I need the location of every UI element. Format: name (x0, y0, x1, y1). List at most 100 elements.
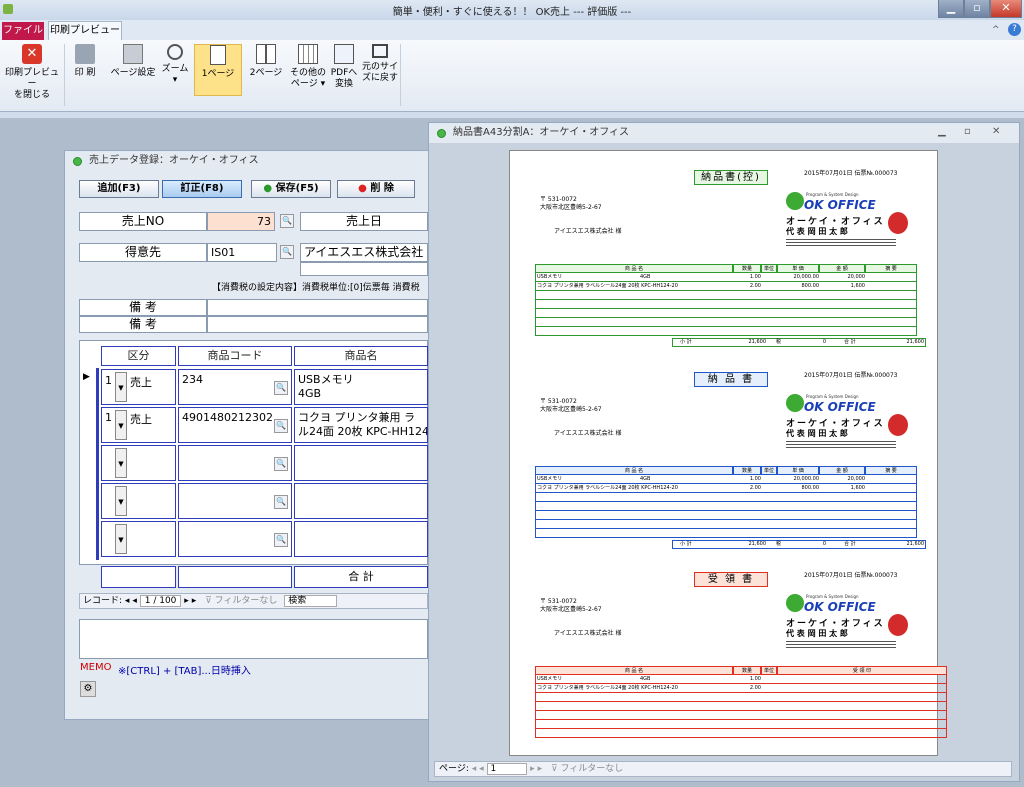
preview-table-header: 単 価 (777, 264, 819, 273)
table-row[interactable] (101, 521, 176, 557)
page-number-field[interactable]: 1 (486, 763, 528, 775)
pdf-export-button[interactable]: PDFへ 変換 (328, 44, 360, 96)
two-page-button[interactable]: 2ページ (246, 44, 286, 96)
record-position-field[interactable]: 1 / 100 (139, 595, 182, 607)
close-preview-button[interactable]: ✕ 印刷プレビュー を閉じる (2, 44, 62, 100)
last-page-button[interactable]: ▸ (538, 764, 543, 774)
company-tag: Program & System Design (806, 594, 859, 599)
prev-page-button[interactable]: ◂ (479, 764, 484, 774)
preview-table-row (535, 502, 917, 511)
ribbon-collapse-icon[interactable]: ^ (992, 25, 1000, 35)
name-cell[interactable] (294, 483, 428, 519)
company-seal-icon (888, 212, 908, 234)
company-seal-icon (888, 414, 908, 436)
restore-size-button[interactable]: 元のサイ ズに戻す (362, 44, 398, 96)
preview-table-header: 単 価 (777, 466, 819, 475)
preview-line-name: コクヨ プリンタ兼用 ラベルシール24面 20枚 KPC-HH124-20 (537, 485, 678, 491)
memo-field[interactable] (79, 619, 428, 659)
form-status-icon (73, 157, 82, 166)
grid-total-label: 合 計 (294, 566, 428, 588)
tab-print-preview[interactable]: 印刷プレビュー (48, 21, 122, 40)
preview-minimize-button[interactable]: ▁ (938, 126, 946, 137)
first-record-button[interactable]: ◂ (125, 596, 130, 606)
page-setup-icon (123, 44, 143, 64)
delete-button[interactable]: ● 削 除 (337, 180, 415, 198)
filter-status[interactable]: フィルターなし (215, 596, 278, 606)
preview-table-row (535, 729, 947, 738)
customer-lookup-icon[interactable]: 🔍 (280, 245, 294, 259)
table-row[interactable] (101, 445, 176, 481)
preview-line-qty: 1.00 (749, 676, 761, 682)
customer-name-field[interactable]: アイエスエス株式会社 (300, 243, 428, 262)
name-cell[interactable] (294, 521, 428, 557)
name-cell[interactable] (294, 445, 428, 481)
minimize-button[interactable]: ▁ (938, 0, 964, 18)
kbn-dropdown[interactable]: ▼ (115, 410, 127, 440)
last-record-button[interactable]: ▸ (192, 596, 197, 606)
page-label: ページ: (439, 764, 469, 774)
customer-label: 得意先 (79, 243, 207, 262)
sale-no-field[interactable]: 73 (207, 212, 275, 231)
add-button[interactable]: 追加(F3) (79, 180, 159, 198)
preview-line-qty: 1.00 (749, 274, 761, 280)
preview-line-qty: 2.00 (749, 685, 761, 691)
zoom-button[interactable]: ズーム ▾ (160, 44, 190, 96)
company-seal-icon (888, 614, 908, 636)
kbn-dropdown[interactable]: ▼ (115, 448, 127, 478)
page-setup-button[interactable]: ページ設定 (108, 44, 158, 96)
product-lookup-icon[interactable]: 🔍 (274, 495, 288, 509)
ribbon-separator (400, 44, 401, 106)
product-lookup-icon[interactable]: 🔍 (274, 533, 288, 547)
next-page-button[interactable]: ▸ (530, 764, 535, 774)
customer-recipient: アイエスエス株式会社 様 (554, 630, 622, 637)
tax-label: 税 (776, 541, 782, 547)
name-cell[interactable]: USBメモリ 4GB (294, 369, 428, 405)
settings-gear-button[interactable]: ⚙ (80, 681, 96, 697)
window-title: 簡単・便利・すぐに使える！！ OK売上 --- 評価版 --- (392, 7, 632, 18)
close-button[interactable]: ✕ (990, 0, 1022, 18)
preview-window-title: 納品書A43分割A：オーケイ・オフィス (429, 123, 1019, 143)
record-search-field[interactable]: 検索 (284, 595, 338, 607)
company-tag: Program & System Design (806, 192, 859, 197)
preview-line-name: USBメモリ (537, 476, 563, 482)
first-page-button[interactable]: ◂ (472, 764, 477, 774)
sales-form-title: 売上データ登録：オーケイ・オフィス (65, 151, 433, 171)
help-icon[interactable]: ? (1008, 23, 1021, 36)
document-heading: 受 領 書 (694, 572, 768, 587)
prev-record-button[interactable]: ◂ (132, 596, 137, 606)
kbn-dropdown[interactable]: ▼ (115, 524, 127, 554)
name-cell[interactable]: コクヨ プリンタ兼用 ラル24面 20枚 KPC-HH124 (294, 407, 428, 443)
row-selector-column (96, 368, 99, 560)
product-lookup-icon[interactable]: 🔍 (274, 457, 288, 471)
company-tag: Program & System Design (806, 394, 859, 399)
product-lookup-icon[interactable]: 🔍 (274, 381, 288, 395)
maximize-button[interactable]: ▫ (964, 0, 990, 18)
next-record-button[interactable]: ▸ (184, 596, 189, 606)
kbn-dropdown[interactable]: ▼ (115, 372, 127, 402)
sale-no-lookup-icon[interactable]: 🔍 (280, 214, 294, 228)
remarks-field-2[interactable] (207, 316, 428, 333)
preview-close-button[interactable]: ✕ (992, 126, 1000, 137)
preview-line-price: 20,000.00 (793, 274, 819, 280)
preview-table-header: 金 額 (819, 466, 865, 475)
one-page-icon (210, 45, 226, 65)
preview-restore-button[interactable]: ▫ (964, 126, 971, 137)
save-button[interactable]: ● 保存(F5) (251, 180, 331, 198)
magnifier-icon (167, 44, 183, 60)
tab-file[interactable]: ファイル (2, 22, 44, 40)
preview-table-row (535, 291, 917, 300)
customer-zip: 〒 531-0072 (540, 196, 577, 203)
remarks-field-1[interactable] (207, 299, 428, 316)
table-row[interactable] (101, 483, 176, 519)
preview-filter-status[interactable]: フィルターなし (560, 764, 623, 774)
kbn-dropdown[interactable]: ▼ (115, 486, 127, 516)
title-bar: 簡単・便利・すぐに使える！！ OK売上 --- 評価版 --- ▁ ▫ ✕ (0, 0, 1024, 20)
more-pages-button[interactable]: その他の ページ ▾ (288, 44, 328, 96)
customer-code-field[interactable]: IS01 (207, 243, 277, 262)
edit-button[interactable]: 訂正(F8) (162, 180, 242, 198)
preview-line-qty: 2.00 (749, 485, 761, 491)
product-lookup-icon[interactable]: 🔍 (274, 419, 288, 433)
print-button[interactable]: 印 刷 (68, 44, 102, 96)
one-page-button[interactable]: 1ページ (194, 44, 242, 96)
preview-table-row (535, 520, 917, 529)
